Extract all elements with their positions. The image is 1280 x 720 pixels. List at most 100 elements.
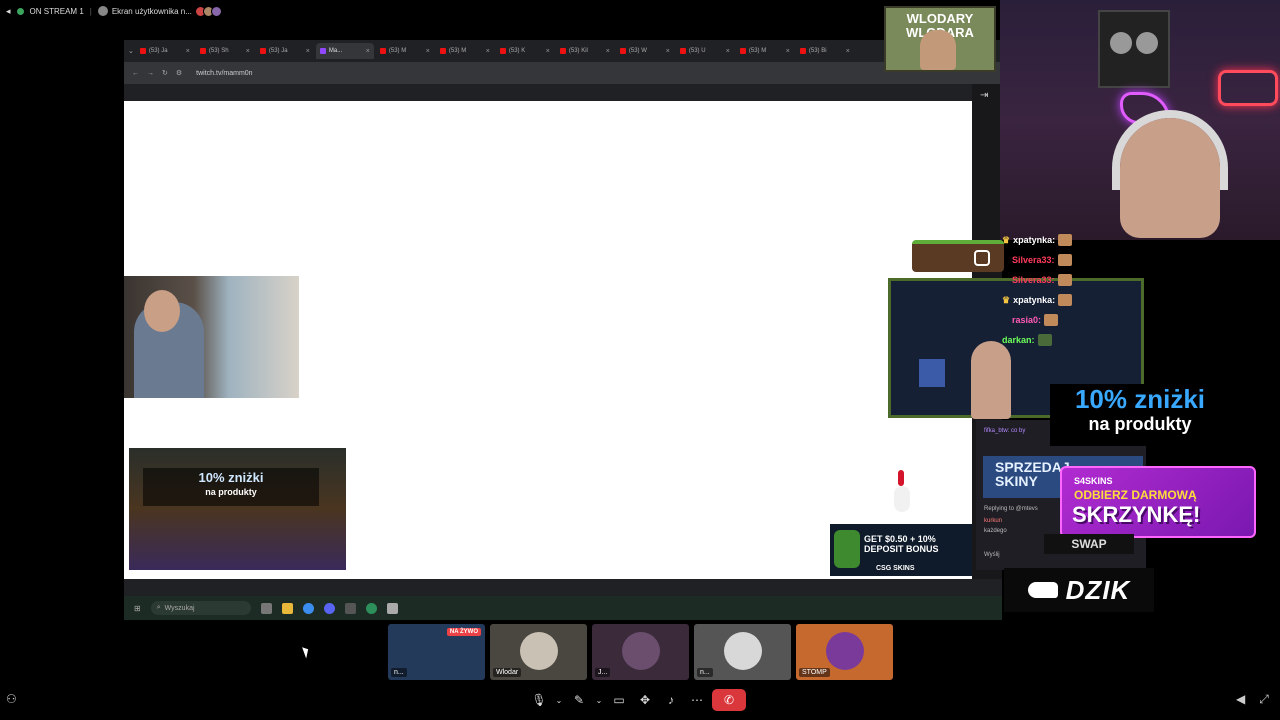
- close-icon[interactable]: ×: [426, 48, 430, 55]
- browser-tab[interactable]: (53) Sh ×: [196, 43, 254, 59]
- steam-icon[interactable]: [386, 602, 398, 614]
- browser-tab[interactable]: (53) K ×: [496, 43, 554, 59]
- browser-tab[interactable]: (53) M ×: [436, 43, 494, 59]
- crown-icon: ♛: [1002, 294, 1011, 305]
- chat-message: Silvera33:: [1012, 274, 1072, 286]
- chat-username: xpatynka:: [1013, 295, 1056, 305]
- chat-username: xpatynka:: [1013, 235, 1056, 245]
- volume-icon[interactable]: ◂: [6, 6, 11, 17]
- chat-username: Silvera33:: [1012, 255, 1055, 265]
- screen-share-icon[interactable]: ▭: [608, 689, 630, 711]
- tab-label: (53) M: [748, 48, 767, 54]
- close-icon[interactable]: ×: [726, 48, 730, 55]
- more-icon[interactable]: ⋯: [686, 689, 708, 711]
- browser-tab[interactable]: (53) Bi ×: [796, 43, 854, 59]
- participant-tile[interactable]: n...: [694, 624, 791, 680]
- chat-line: każdego: [984, 528, 1007, 534]
- viewer-avatars[interactable]: [194, 5, 222, 17]
- fullscreen-icon[interactable]: ⤢: [1259, 692, 1269, 707]
- emote-icon: [1057, 254, 1072, 266]
- chrome-icon[interactable]: [302, 602, 314, 614]
- chat-message: Silvera33:: [1012, 254, 1072, 266]
- close-icon[interactable]: ×: [546, 48, 550, 55]
- participant-name: J...: [595, 668, 611, 677]
- site-info-icon[interactable]: ⚙: [176, 69, 182, 77]
- corner-controls: ◀ ⤢: [1236, 692, 1269, 707]
- close-icon[interactable]: ×: [246, 48, 250, 55]
- mic-options-icon[interactable]: ⌄: [554, 689, 564, 711]
- reload-icon[interactable]: ↻: [162, 69, 168, 77]
- tab-label: (53) W: [628, 48, 647, 54]
- browser-tab[interactable]: (53) Ja ×: [136, 43, 194, 59]
- vinyl-poster: [1098, 10, 1170, 88]
- mic-icon[interactable]: 🎙: [528, 689, 550, 711]
- chat-line: Replying to @mtevs: [984, 506, 1038, 512]
- close-icon[interactable]: ×: [306, 48, 310, 55]
- close-icon[interactable]: ×: [366, 48, 370, 55]
- viewer-avatar: [210, 5, 222, 17]
- skins-line-1: ODBIERZ DARMOWĄ: [1074, 488, 1197, 502]
- tab-menu-icon[interactable]: ⌄: [128, 47, 134, 55]
- discount-small: na produkty: [1088, 414, 1192, 434]
- emote-icon: [1057, 274, 1072, 286]
- url-field[interactable]: twitch.tv/mamm0n: [196, 70, 252, 77]
- invite-icon[interactable]: ⚇: [6, 692, 17, 706]
- ad-brand: CSG SKINS: [876, 565, 915, 572]
- discount-banner: 10% zniżki na produkty: [1050, 384, 1230, 446]
- stream-label[interactable]: ON STREAM 1: [30, 7, 84, 16]
- tab-label: (53) Sh: [208, 48, 229, 54]
- start-icon[interactable]: ⊞: [134, 604, 141, 613]
- promo-left-small: na produkty: [205, 487, 257, 497]
- vinyl-disc: [1110, 32, 1132, 54]
- deafen-options-icon[interactable]: ⌄: [594, 689, 604, 711]
- close-icon[interactable]: ×: [786, 48, 790, 55]
- participant-tile[interactable]: STOMP: [796, 624, 893, 680]
- close-icon[interactable]: ×: [186, 48, 190, 55]
- taskbar-search[interactable]: ⌕ Wyszukaj: [150, 601, 251, 615]
- vinyl-disc: [1136, 32, 1158, 54]
- deafen-icon[interactable]: ✎: [568, 689, 590, 711]
- address-bar: ← → ↻ ⚙ twitch.tv/mamm0n: [124, 62, 1002, 84]
- screen-owner-label[interactable]: Ekran użytkownika n...: [97, 6, 192, 16]
- tab-label: (53) M: [388, 48, 407, 54]
- logo-character: [920, 30, 956, 70]
- tab-label: (53) Bi: [808, 48, 827, 54]
- volume-icon[interactable]: ◀: [1236, 692, 1245, 707]
- browser-tab[interactable]: (53) M ×: [736, 43, 794, 59]
- task-view-icon[interactable]: [260, 602, 272, 614]
- screen-owner-text: Ekran użytkownika n...: [111, 6, 192, 16]
- chicken-comb: [898, 470, 904, 486]
- close-icon[interactable]: ×: [606, 48, 610, 55]
- participant-tile[interactable]: Wlodar: [490, 624, 587, 680]
- end-call-icon[interactable]: ✆: [712, 689, 746, 711]
- chat-username: rasia0:: [1012, 315, 1042, 325]
- close-icon[interactable]: ×: [486, 48, 490, 55]
- promo-left-text: 10% zniżki na produkty: [143, 468, 319, 506]
- browser-tab[interactable]: (53) M ×: [376, 43, 434, 59]
- discord-icon[interactable]: [323, 602, 335, 614]
- obs-icon[interactable]: [365, 602, 377, 614]
- browser-tab[interactable]: (53) Kil ×: [556, 43, 614, 59]
- participant-tile[interactable]: NA ŻYWO n...: [388, 624, 485, 680]
- close-icon[interactable]: ×: [846, 48, 850, 55]
- browser-tab[interactable]: (53) U ×: [676, 43, 734, 59]
- youtube-icon: [199, 48, 206, 54]
- social-bar: [912, 240, 1004, 272]
- browser-tab[interactable]: (53) Ja ×: [256, 43, 314, 59]
- chat-line: fifka_btw: co by: [984, 428, 1026, 434]
- activities-icon[interactable]: ✥: [634, 689, 656, 711]
- chat-send-input[interactable]: Wyślij: [984, 552, 1000, 558]
- app-icon[interactable]: [344, 602, 356, 614]
- avatar: [622, 632, 660, 670]
- expand-icon[interactable]: ⇥: [980, 90, 988, 101]
- soundboard-icon[interactable]: ♪: [660, 689, 682, 711]
- browser-tab[interactable]: (53) W ×: [616, 43, 674, 59]
- close-icon[interactable]: ×: [666, 48, 670, 55]
- emote-icon: [1058, 294, 1073, 306]
- back-icon[interactable]: ←: [132, 70, 139, 77]
- emote-icon: [1044, 314, 1059, 326]
- participant-tile[interactable]: J...: [592, 624, 689, 680]
- browser-tab-active[interactable]: Ma... ×: [315, 43, 374, 59]
- forward-icon[interactable]: →: [147, 70, 154, 77]
- file-explorer-icon[interactable]: [281, 602, 293, 614]
